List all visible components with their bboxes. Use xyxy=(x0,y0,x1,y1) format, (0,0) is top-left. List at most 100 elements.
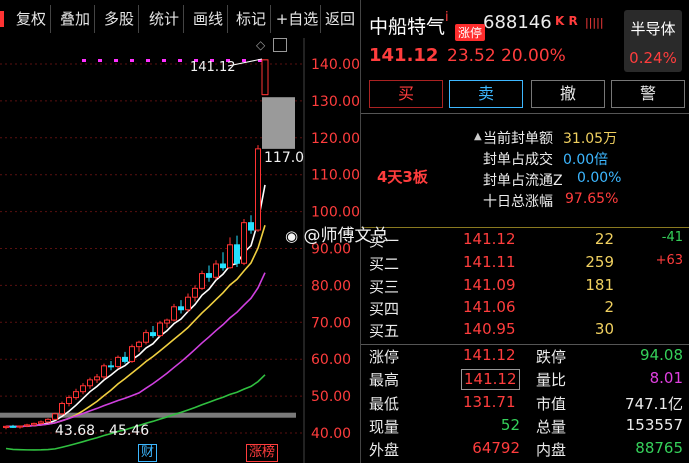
alert-button[interactable]: 警 xyxy=(611,80,685,108)
sector-name: 半导体 xyxy=(630,20,676,38)
candle-body xyxy=(241,222,247,264)
stock-change: 23.52 xyxy=(447,46,496,66)
price-axis-last-label: 141.12 xyxy=(190,60,236,75)
limit-marker xyxy=(146,59,150,62)
candle-body xyxy=(115,356,121,368)
range-label: 43.68 - 45.46 xyxy=(55,423,150,439)
candle-body xyxy=(129,346,135,362)
candle-body xyxy=(234,244,240,264)
rank-tag[interactable]: 涨榜 xyxy=(246,444,279,462)
sell-button[interactable]: 卖 xyxy=(449,80,523,108)
candle-body xyxy=(192,287,198,298)
buy-button[interactable]: 买 xyxy=(369,80,443,108)
candle-body xyxy=(157,322,163,337)
fundamental-row: 最高 141.12 量比 8.01 xyxy=(369,369,683,390)
candle-body xyxy=(220,263,226,269)
chart-toolbar: 复权 叠加 多股 统计 画线 标记 +自选 返回 xyxy=(0,0,360,38)
candle-body xyxy=(80,385,86,393)
divider xyxy=(361,227,689,228)
toolbar-overlay-button[interactable]: 叠加 xyxy=(56,5,95,33)
seal-row: 封单占流通Z 0.00% xyxy=(483,170,622,189)
candle-body xyxy=(143,332,149,343)
sector-box[interactable]: 半导体 0.24% xyxy=(624,10,682,72)
candle-body xyxy=(87,379,93,387)
krx-tag: K R xyxy=(555,14,578,28)
diamond-icon[interactable]: ◇ xyxy=(256,38,265,52)
stock-code: 688146 xyxy=(483,12,552,33)
limit-up-badge: 涨停 xyxy=(455,24,486,41)
candle-body xyxy=(73,391,79,399)
candle-body xyxy=(52,413,58,420)
divider xyxy=(361,344,689,345)
fundamental-row: 涨停 141.12 跌停 94.08 xyxy=(369,346,683,366)
price-axis-label: 110.00 xyxy=(311,168,360,184)
menu-dot xyxy=(0,11,4,27)
candle-body xyxy=(59,402,65,415)
limit-marker xyxy=(130,59,134,62)
candle-body xyxy=(136,341,142,348)
toolbar-draw-line-button[interactable]: 画线 xyxy=(189,5,228,33)
toolbar-multi-stock-button[interactable]: 多股 xyxy=(100,5,139,33)
orderbook-row: 买三 141.09 181 xyxy=(369,276,614,296)
candle-body xyxy=(206,273,212,278)
candle-body xyxy=(164,319,170,324)
square-icon[interactable] xyxy=(273,38,287,52)
gap-box xyxy=(262,97,295,149)
orderbook-row: 买四 141.06 2 xyxy=(369,298,614,318)
toolbar-restore-rights-button[interactable]: 复权 xyxy=(12,5,51,33)
range-bar xyxy=(0,412,296,418)
toolbar-mark-button[interactable]: 标记 xyxy=(232,5,271,33)
candle-body xyxy=(248,222,254,231)
price-axis-label: 40.00 xyxy=(311,426,351,442)
candle-body xyxy=(178,306,184,311)
orderbook-row: 买二 141.11 259 +63 xyxy=(369,253,683,273)
tooltip-price-label: 117.0 xyxy=(264,150,305,166)
price-axis-label: 80.00 xyxy=(311,278,351,294)
weibo-icon: ◉ xyxy=(285,227,299,245)
candle-body xyxy=(10,425,16,428)
candle-body xyxy=(94,376,100,381)
bar-icon: ||||| xyxy=(585,16,604,29)
candle-body xyxy=(227,244,233,269)
seal-row: 封单占成交 0.00倍 xyxy=(483,152,609,168)
limit-marker xyxy=(98,59,102,62)
price-axis-label: 50.00 xyxy=(311,389,351,405)
candle-body xyxy=(213,263,219,278)
limit-marker xyxy=(114,59,118,62)
candle-body xyxy=(38,421,44,424)
candle-body xyxy=(24,424,30,427)
candle-body xyxy=(108,365,114,368)
cancel-button[interactable]: 撤 xyxy=(531,80,605,108)
toolbar-stats-button[interactable]: 统计 xyxy=(145,5,184,33)
candle-body xyxy=(199,273,205,289)
finance-tag[interactable]: 财 xyxy=(138,444,158,462)
candle-body xyxy=(150,332,156,337)
candle-body xyxy=(17,425,23,428)
candle-body xyxy=(66,397,72,404)
candle-body xyxy=(171,306,177,321)
candle-body xyxy=(185,296,191,311)
stock-change-pct: 20.00% xyxy=(501,46,566,66)
candle-body xyxy=(122,356,128,362)
fundamental-row: 外盘 64792 内盘 88765 xyxy=(369,439,683,459)
candlestick-chart[interactable]: 140.00130.00120.00110.00100.0090.0080.00… xyxy=(0,38,360,463)
toolbar-add-watchlist-button[interactable]: +自选 xyxy=(274,5,321,33)
seal-row: 十日总涨幅 97.65% xyxy=(483,191,619,210)
price-axis-label: 120.00 xyxy=(311,131,360,147)
price-axis-label: 130.00 xyxy=(311,94,360,110)
orderbook-row: 买一 141.12 22 -41 xyxy=(369,230,683,250)
fundamental-row: 最低 131.71 市值 747.1亿 xyxy=(369,393,683,413)
divider xyxy=(361,113,689,114)
toolbar-back-button[interactable]: 返回 xyxy=(322,5,358,33)
info-tag[interactable]: i xyxy=(445,10,449,25)
candle-body xyxy=(3,425,9,428)
orderbook-row: 买五 140.95 30 xyxy=(369,320,614,340)
candle-body xyxy=(31,422,37,426)
candle-body xyxy=(45,418,51,423)
candle-body xyxy=(255,148,261,231)
limit-marker xyxy=(82,59,86,62)
price-axis-label: 60.00 xyxy=(311,352,351,368)
price-axis-label: 70.00 xyxy=(311,315,351,331)
fundamental-row: 现量 52 总量 153557 xyxy=(369,416,683,436)
watermark: ◉ @师傅文总 xyxy=(285,226,389,246)
